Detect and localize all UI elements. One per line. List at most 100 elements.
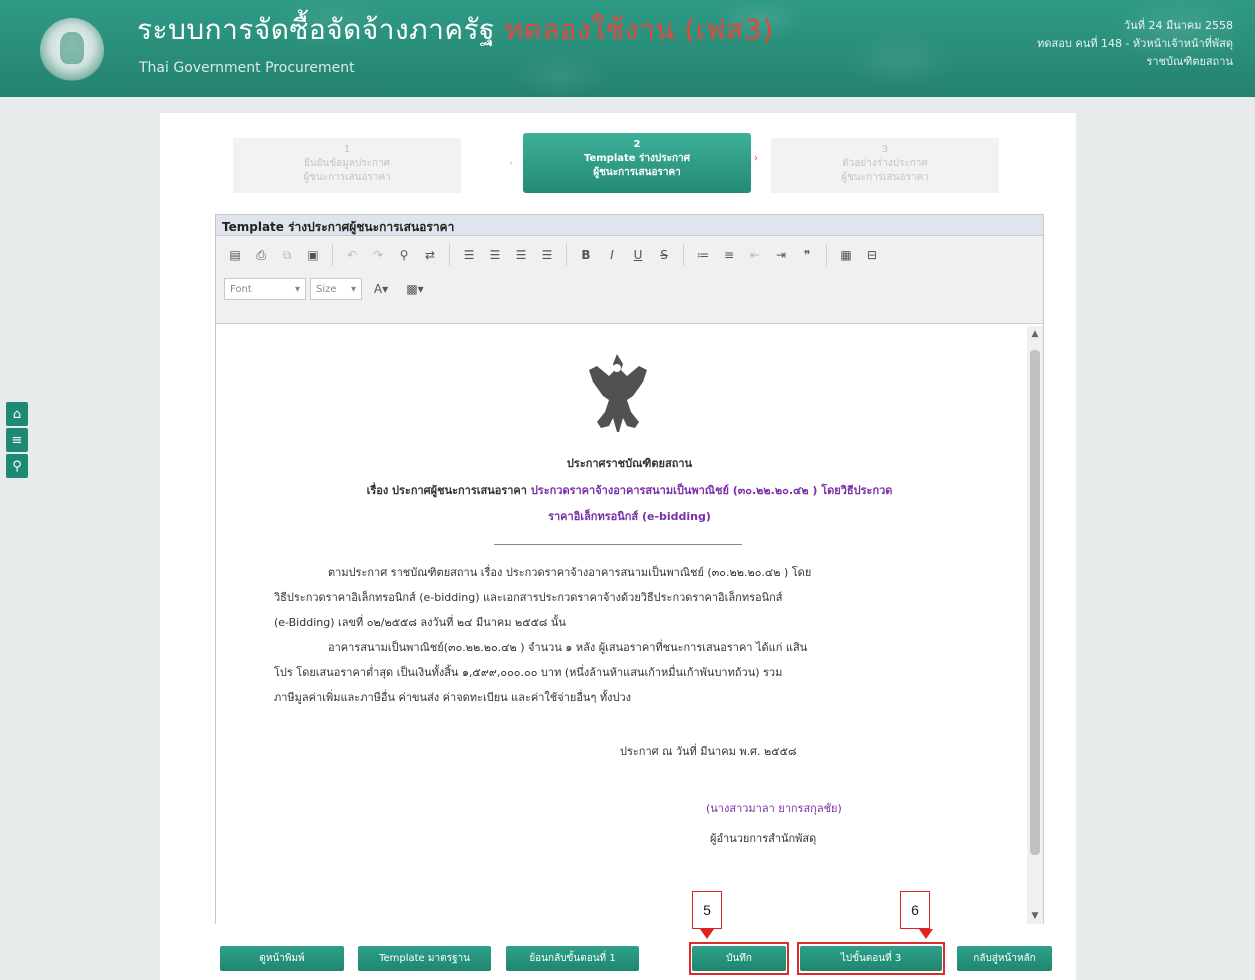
align-right-icon[interactable]: ☰ bbox=[510, 244, 532, 266]
doc-subject-line-2: ราคาอิเล็กทรอนิกส์ (e-bidding) bbox=[548, 510, 711, 523]
doc-para2-line3: ภาษีมูลค่าเพิ่มและภาษีอื่น ค่าขนส่ง ค่าจ… bbox=[274, 691, 632, 704]
step-3-label-1: ตัวอย่างร่างประกาศ bbox=[842, 158, 928, 169]
preview-icon[interactable]: ▤ bbox=[224, 244, 246, 266]
side-toolbar: ⌂ ≡ ⚲ bbox=[6, 402, 28, 478]
step-2-number: 2 bbox=[633, 139, 641, 150]
step-1-number: 1 bbox=[343, 144, 351, 155]
numbered-list-icon[interactable]: ≔ bbox=[692, 244, 714, 266]
bullet-list-icon[interactable]: ≡ bbox=[718, 244, 740, 266]
blockquote-icon[interactable]: ❞ bbox=[796, 244, 818, 266]
back-home-button[interactable]: กลับสู่หน้าหลัก bbox=[957, 946, 1052, 971]
toolbar-row-1: ▤ ⎙ ⧉ ▣ ↶ ↷ ⚲ ⇄ ☰ ☰ ☰ ☰ B I U S ≔ ≡ ⇤ ⇥ … bbox=[224, 244, 883, 266]
app-title-tag: ทดลองใช้งาน (เฟส3) bbox=[504, 13, 774, 46]
toolbar-separator bbox=[566, 244, 567, 266]
background-color-icon[interactable]: ▩▾ bbox=[400, 278, 430, 300]
callout-number-5: 5 bbox=[692, 891, 722, 929]
doc-subject-text: ประกวดราคาจ้างอาคารสนามเป็นพาณิชย์ (๓๐.๒… bbox=[530, 484, 893, 497]
save-callout bbox=[689, 942, 789, 975]
step-2-label-2: ผู้ชนะการเสนอราคา bbox=[593, 167, 681, 178]
garuda-logo bbox=[40, 18, 104, 82]
current-date: วันที่ 24 มีนาคม 2558 bbox=[1124, 19, 1233, 32]
step-2-active: 2 Template ร่างประกาศ ผู้ชนะการเสนอราคา bbox=[523, 133, 751, 193]
callout-pointer-6 bbox=[919, 929, 933, 939]
doc-para2-line2: โปร โดยเสนอราคาต่ำสุด เป็นเงินทั้งสิ้น ๑… bbox=[274, 666, 783, 679]
step-3: 3 ตัวอย่างร่างประกาศ ผู้ชนะการเสนอราคา bbox=[771, 138, 999, 193]
doc-para1-line2: วิธีประกวดราคาอิเล็กทรอนิกส์ (e-bidding)… bbox=[274, 591, 783, 604]
callout-pointer-5 bbox=[700, 929, 714, 939]
app-subtitle: Thai Government Procurement bbox=[139, 60, 355, 76]
bold-icon[interactable]: B bbox=[575, 244, 597, 266]
toolbar-separator bbox=[826, 244, 827, 266]
step-1-label-2: ผู้ชนะการเสนอราคา bbox=[303, 172, 391, 183]
garuda-emblem-icon bbox=[589, 354, 647, 432]
toolbar-separator bbox=[683, 244, 684, 266]
editor-toolbar: ▤ ⎙ ⧉ ▣ ↶ ↷ ⚲ ⇄ ☰ ☰ ☰ ☰ B I U S ≔ ≡ ⇤ ⇥ … bbox=[216, 236, 1043, 324]
italic-icon[interactable]: I bbox=[601, 244, 623, 266]
doc-signer-name: (นางสาวมาลา ยากรสกุลชัย) bbox=[706, 802, 842, 815]
step-1-label-1: ยืนยันข้อมูลประกาศ bbox=[303, 158, 391, 169]
callout-number-6: 6 bbox=[900, 891, 930, 929]
size-select-label: Size bbox=[316, 283, 337, 295]
align-center-icon[interactable]: ☰ bbox=[484, 244, 506, 266]
next-callout bbox=[797, 942, 945, 975]
justify-icon[interactable]: ☰ bbox=[536, 244, 558, 266]
template-box: Template ร่างประกาศผู้ชนะการเสนอราคา ▤ ⎙… bbox=[215, 214, 1044, 924]
doc-para1-line3: (e-Bidding) เลขที่ ๐๒/๒๕๕๘ ลงวันที่ ๒๔ ม… bbox=[274, 616, 566, 629]
indent-icon[interactable]: ⇥ bbox=[770, 244, 792, 266]
doc-para2-line1: อาคารสนามเป็นพาณิชย์(๓๐.๒๒.๒๐.๔๒ ) จำนวน… bbox=[328, 641, 808, 654]
app-title-main: ระบบการจัดซื้อจัดจ้างภาครัฐ bbox=[137, 13, 496, 46]
paste-icon[interactable]: ▣ bbox=[302, 244, 324, 266]
horizontal-rule-icon[interactable]: ⊟ bbox=[861, 244, 883, 266]
scroll-down-icon[interactable]: ▼ bbox=[1027, 908, 1043, 924]
step-arrow-1: › bbox=[509, 158, 513, 169]
app-header: ระบบการจัดซื้อจัดจ้างภาครัฐ ทดลองใช้งาน … bbox=[0, 0, 1255, 97]
align-left-icon[interactable]: ☰ bbox=[458, 244, 480, 266]
user-info[interactable]: ทดสอบ คนที่ 148 - หัวหน้าเจ้าหน้าที่พัสด… bbox=[1037, 34, 1233, 52]
step-arrow-2: › bbox=[754, 153, 758, 164]
redo-icon[interactable]: ↷ bbox=[367, 244, 389, 266]
copy-icon[interactable]: ⧉ bbox=[276, 244, 298, 266]
scroll-thumb[interactable] bbox=[1030, 350, 1040, 855]
underline-icon[interactable]: U bbox=[627, 244, 649, 266]
chevron-down-icon: ▾ bbox=[294, 283, 300, 295]
chevron-down-icon: ▾ bbox=[350, 283, 356, 295]
font-select[interactable]: Font ▾ bbox=[224, 278, 306, 300]
editor-scrollbar[interactable]: ▲ ▼ bbox=[1027, 326, 1043, 924]
print-icon[interactable]: ⎙ bbox=[250, 244, 272, 266]
find-icon[interactable]: ⚲ bbox=[393, 244, 415, 266]
preview-print-button[interactable]: ดูหน้าพิมพ์ bbox=[220, 946, 344, 971]
search-icon[interactable]: ⚲ bbox=[6, 454, 28, 478]
doc-heading: ประกาศราชบัณฑิตยสถาน bbox=[566, 457, 693, 470]
step-2-label-1: Template ร่างประกาศ bbox=[583, 153, 691, 164]
doc-subject-prefix: เรื่อง ประกาศผู้ชนะการเสนอราคา bbox=[366, 484, 527, 497]
text-color-icon[interactable]: A▾ bbox=[366, 278, 396, 300]
undo-icon[interactable]: ↶ bbox=[341, 244, 363, 266]
outdent-icon[interactable]: ⇤ bbox=[744, 244, 766, 266]
doc-announce-date: ประกาศ ณ วันที่ มีนาคม พ.ศ. ๒๕๕๘ bbox=[620, 745, 797, 758]
template-standard-button[interactable]: Template มาตรฐาน bbox=[358, 946, 491, 971]
doc-subject-line-1: เรื่อง ประกาศผู้ชนะการเสนอราคา ประกวดราค… bbox=[216, 481, 1043, 499]
home-icon[interactable]: ⌂ bbox=[6, 402, 28, 426]
back-step-1-button[interactable]: ย้อนกลับขั้นตอนที่ 1 bbox=[506, 946, 639, 971]
template-title: Template ร่างประกาศผู้ชนะการเสนอราคา bbox=[216, 215, 1043, 236]
app-title: ระบบการจัดซื้อจัดจ้างภาครัฐ ทดลองใช้งาน … bbox=[137, 8, 774, 52]
step-1: 1 ยืนยันข้อมูลประกาศ ผู้ชนะการเสนอราคา bbox=[233, 138, 461, 193]
menu-icon[interactable]: ≡ bbox=[6, 428, 28, 452]
toolbar-separator bbox=[332, 244, 333, 266]
toolbar-row-2: Font ▾ Size ▾ A▾ ▩▾ bbox=[224, 278, 430, 300]
toolbar-separator bbox=[449, 244, 450, 266]
font-select-label: Font bbox=[230, 283, 252, 295]
editor-content[interactable]: ประกาศราชบัณฑิตยสถาน เรื่อง ประกาศผู้ชนะ… bbox=[216, 326, 1043, 924]
doc-signer-title: ผู้อำนวยการสำนักพัสดุ bbox=[710, 832, 817, 845]
step-3-number: 3 bbox=[881, 144, 889, 155]
main-panel: 1 ยืนยันข้อมูลประกาศ ผู้ชนะการเสนอราคา ›… bbox=[160, 113, 1076, 980]
org-name: ราชบัณฑิตยสถาน bbox=[1146, 55, 1233, 68]
table-icon[interactable]: ▦ bbox=[835, 244, 857, 266]
size-select[interactable]: Size ▾ bbox=[310, 278, 362, 300]
doc-divider bbox=[494, 544, 742, 545]
scroll-up-icon[interactable]: ▲ bbox=[1027, 326, 1043, 342]
step-3-label-2: ผู้ชนะการเสนอราคา bbox=[841, 172, 929, 183]
strikethrough-icon[interactable]: S bbox=[653, 244, 675, 266]
doc-para1-line1: ตามประกาศ ราชบัณฑิตยสถาน เรื่อง ประกวดรา… bbox=[328, 566, 812, 579]
replace-icon[interactable]: ⇄ bbox=[419, 244, 441, 266]
